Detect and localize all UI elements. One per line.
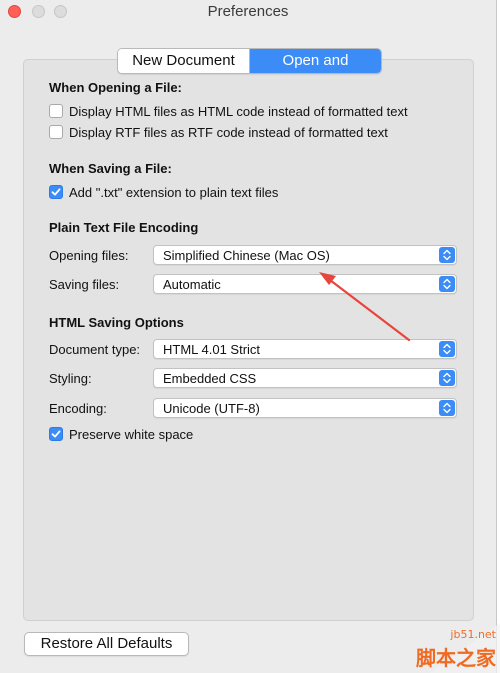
add-txt-extension-option[interactable]: Add ".txt" extension to plain text files xyxy=(49,184,278,200)
tab-open-and-save[interactable]: Open and Save xyxy=(250,49,381,73)
opening-files-popup[interactable]: Simplified Chinese (Mac OS) xyxy=(153,245,457,265)
encoding-section-heading: Plain Text File Encoding xyxy=(49,220,199,235)
saving-section-heading: When Saving a File: xyxy=(49,161,172,176)
watermark-url: jb51.net xyxy=(450,628,496,641)
saving-files-label: Saving files: xyxy=(49,277,120,292)
watermark-name: 脚本之家 xyxy=(416,646,496,670)
document-type-popup[interactable]: HTML 4.01 Strict xyxy=(153,339,457,359)
updown-arrows-icon xyxy=(439,276,455,292)
tab-bar: New Document Open and Save xyxy=(117,48,382,74)
display-html-option[interactable]: Display HTML files as HTML code instead … xyxy=(49,103,408,119)
saving-files-value: Automatic xyxy=(163,277,221,292)
checkmark-icon xyxy=(51,188,61,196)
preserve-white-space-label: Preserve white space xyxy=(69,426,194,442)
preserve-white-space-checkbox[interactable] xyxy=(49,427,63,441)
checkmark-icon xyxy=(51,430,61,438)
updown-arrows-icon xyxy=(439,400,455,416)
styling-popup[interactable]: Embedded CSS xyxy=(153,368,457,388)
html-encoding-value: Unicode (UTF-8) xyxy=(163,401,260,416)
updown-arrows-icon xyxy=(439,370,455,386)
tab-new-document[interactable]: New Document xyxy=(118,49,250,73)
updown-arrows-icon xyxy=(439,341,455,357)
display-html-checkbox[interactable] xyxy=(49,104,63,118)
html-section-heading: HTML Saving Options xyxy=(49,315,184,330)
title-bar: Preferences xyxy=(0,0,496,24)
display-html-label: Display HTML files as HTML code instead … xyxy=(69,103,408,119)
preserve-white-space-option[interactable]: Preserve white space xyxy=(49,426,193,442)
opening-section-heading: When Opening a File: xyxy=(49,80,182,95)
site-watermark: jb51.net 脚本之家 xyxy=(396,623,500,673)
add-txt-extension-label: Add ".txt" extension to plain text files xyxy=(69,184,279,200)
display-rtf-checkbox[interactable] xyxy=(49,125,63,139)
opening-files-value: Simplified Chinese (Mac OS) xyxy=(163,248,330,263)
styling-value: Embedded CSS xyxy=(163,371,257,386)
opening-files-label: Opening files: xyxy=(49,248,129,263)
html-encoding-label: Encoding: xyxy=(49,401,107,416)
document-type-label: Document type: xyxy=(49,342,141,357)
preferences-window: Preferences New Document Open and Save W… xyxy=(0,0,497,673)
display-rtf-label: Display RTF files as RTF code instead of… xyxy=(69,124,388,140)
display-rtf-option[interactable]: Display RTF files as RTF code instead of… xyxy=(49,124,388,140)
document-type-value: HTML 4.01 Strict xyxy=(163,342,261,357)
updown-arrows-icon xyxy=(439,247,455,263)
html-encoding-popup[interactable]: Unicode (UTF-8) xyxy=(153,398,457,418)
saving-files-popup[interactable]: Automatic xyxy=(153,274,457,294)
styling-label: Styling: xyxy=(49,371,92,386)
window-title: Preferences xyxy=(207,3,289,20)
add-txt-extension-checkbox[interactable] xyxy=(49,185,63,199)
restore-all-defaults-button[interactable]: Restore All Defaults xyxy=(24,632,189,656)
